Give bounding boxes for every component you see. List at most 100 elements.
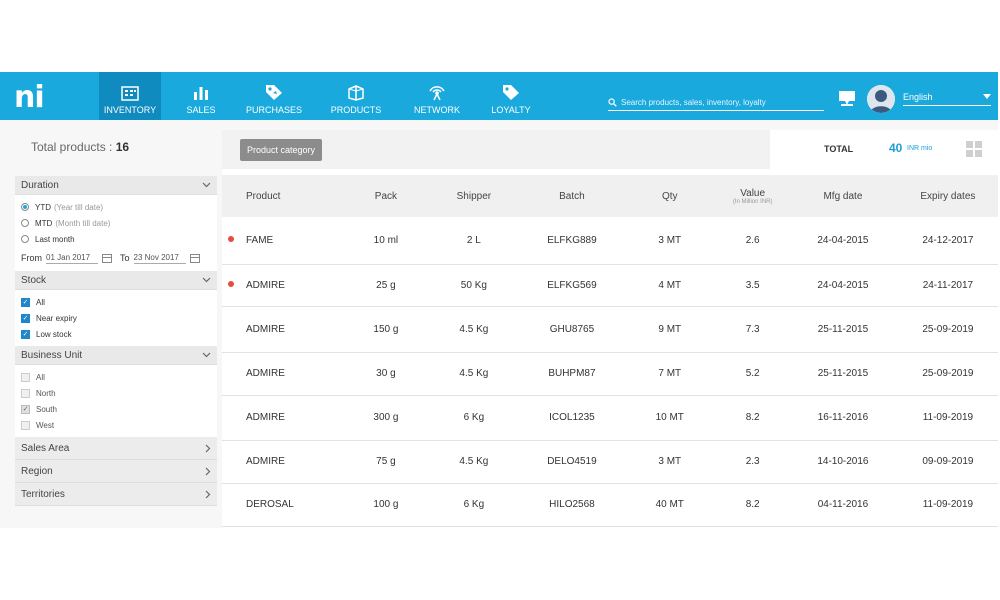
- duration-header[interactable]: Duration: [15, 176, 217, 195]
- option-label: North: [36, 388, 56, 398]
- total-products-label: Total products :: [31, 140, 116, 154]
- bu-option-all[interactable]: All: [21, 369, 211, 385]
- user-icon: [867, 85, 895, 113]
- nav-label: PURCHASES: [245, 105, 302, 115]
- calendar-icon[interactable]: [102, 253, 112, 263]
- summary-bar: Product category TOTAL 40 INR mio: [222, 130, 998, 169]
- alert-dot-icon: [228, 236, 234, 243]
- table-row[interactable]: ADMIRE 300 g6 Kg ICOL1235 10 MT 8.2 16-11-201…: [222, 395, 998, 441]
- nav-sales[interactable]: SALES: [161, 72, 241, 120]
- cell-value: 7.3: [717, 306, 789, 353]
- col-shipper[interactable]: Shipper: [426, 175, 522, 217]
- duration-options: YTD (Year till date) MTD (Month till date)…: [15, 195, 217, 271]
- to-label: To: [120, 253, 130, 263]
- checkbox[interactable]: ✓: [21, 404, 30, 414]
- col-qty[interactable]: Qty: [622, 175, 718, 217]
- cell-shipper: 4.5 Kg: [426, 440, 522, 484]
- col-expiry-dates[interactable]: Expiry dates: [897, 175, 998, 217]
- cell-expiry-date: 24-12-2017: [897, 217, 998, 265]
- sales-area-header[interactable]: Sales Area: [15, 437, 217, 460]
- table-row[interactable]: DEROSAL 100 g6 Kg HILO2568 40 MT 8.2 04-11-20…: [222, 483, 998, 527]
- cell-pack: 75 g: [345, 440, 427, 484]
- region-header[interactable]: Region: [15, 460, 217, 483]
- box-icon: [348, 85, 364, 101]
- bu-option-west[interactable]: West: [21, 417, 211, 433]
- total-products: Total products : 16: [15, 140, 217, 154]
- message-icon[interactable]: [838, 90, 856, 107]
- option-label: West: [36, 420, 55, 430]
- stock-option-low-stock[interactable]: ✓ Low stock: [21, 326, 211, 342]
- grid-view-icon[interactable]: [966, 141, 982, 157]
- radio-button[interactable]: [21, 219, 29, 227]
- checkbox[interactable]: [21, 420, 30, 430]
- duration-option-last-month[interactable]: Last month: [21, 231, 211, 247]
- cell-pack: 10 ml: [345, 217, 427, 265]
- cell-product: DEROSAL: [222, 483, 346, 527]
- option-label: All: [36, 297, 45, 307]
- stock-options: ✓ All ✓ Near expiry ✓ Low stock: [15, 290, 217, 346]
- radio-button[interactable]: [21, 235, 29, 243]
- checkbox[interactable]: [21, 388, 30, 398]
- cell-value: 2.3: [717, 440, 789, 484]
- bu-option-south[interactable]: ✓ South: [21, 401, 211, 417]
- app-logo[interactable]: ni: [14, 80, 45, 115]
- nav-loyalty[interactable]: LOYALTY: [469, 72, 553, 120]
- cell-value: 8.2: [717, 395, 789, 441]
- user-avatar[interactable]: [867, 85, 895, 113]
- business-unit-title: Business Unit: [21, 349, 83, 361]
- col-batch[interactable]: Batch: [521, 175, 623, 217]
- checkbox[interactable]: ✓: [21, 297, 30, 307]
- cell-shipper: 6 Kg: [426, 483, 522, 527]
- cell-qty: 40 MT: [622, 483, 718, 527]
- sales-area-title: Sales Area: [21, 442, 70, 454]
- business-unit-header[interactable]: Business Unit: [15, 346, 217, 365]
- territories-header[interactable]: Territories: [15, 483, 217, 506]
- cell-shipper: 2 L: [426, 217, 522, 265]
- cell-mfg-date: 25-11-2015: [788, 352, 898, 396]
- building-icon: [121, 86, 139, 101]
- table-row[interactable]: ADMIRE 150 g 4.5 Kg GHU8765 9 MT 7.3 25-11-201…: [222, 306, 998, 353]
- from-date-field[interactable]: 01 Jan 2017: [46, 253, 98, 264]
- cell-text: ADMIRE: [246, 368, 285, 379]
- to-date-field[interactable]: 23 Nov 2017: [133, 253, 186, 264]
- col-value[interactable]: Value (In Million INR): [717, 175, 789, 217]
- checkbox[interactable]: [21, 372, 30, 382]
- duration-option-mtd[interactable]: MTD (Month till date): [21, 215, 211, 231]
- checkbox[interactable]: ✓: [21, 329, 30, 339]
- calendar-icon[interactable]: [189, 253, 200, 263]
- table-row[interactable]: ADMIRE 75 g 4.5 Kg DELO4519 3 MT 2.3 14-10-201…: [222, 440, 998, 484]
- duration-option-ytd[interactable]: YTD (Year till date): [21, 199, 211, 215]
- cell-expiry-date: 11-09-2019: [897, 395, 998, 441]
- cell-product: ADMIRE: [222, 440, 346, 484]
- app-frame: ni INVENTORY SALES PURCHASES PRODUCTS NE…: [0, 72, 998, 528]
- bu-option-north[interactable]: North: [21, 385, 211, 401]
- stock-header[interactable]: Stock: [15, 271, 217, 290]
- nav-purchases[interactable]: PURCHASES: [241, 72, 307, 120]
- bar-chart-icon: [194, 87, 208, 100]
- cell-qty: 9 MT: [622, 306, 718, 353]
- chevron-right-icon: [205, 490, 211, 498]
- antenna-icon: [429, 86, 445, 101]
- nav-inventory[interactable]: INVENTORY: [99, 72, 161, 120]
- radio-button[interactable]: [21, 203, 29, 211]
- col-product[interactable]: Product: [222, 175, 346, 217]
- table-row[interactable]: FAME 10 ml 2 L ELFKG889 3 MT 2.6 24-04-2015 24-…: [222, 217, 998, 265]
- col-pack[interactable]: Pack: [345, 175, 427, 217]
- col-mfg-date[interactable]: Mfg date: [788, 175, 898, 217]
- language-select[interactable]: English: [903, 89, 991, 106]
- search-input[interactable]: [617, 97, 821, 107]
- nav-network[interactable]: NETWORK: [405, 72, 469, 120]
- product-category-button[interactable]: Product category: [240, 139, 323, 161]
- checkbox[interactable]: ✓: [21, 313, 30, 323]
- cell-batch: DELO4519: [521, 440, 623, 484]
- search-icon[interactable]: [608, 97, 617, 107]
- table-row[interactable]: ADMIRE 30 g 4.5 Kg BUHPM87 7 MT 5.2 25-11-2015…: [222, 352, 998, 396]
- stock-option-near-expiry[interactable]: ✓ Near expiry: [21, 310, 211, 326]
- stock-option-all[interactable]: ✓ All: [21, 294, 211, 310]
- nav-products[interactable]: PRODUCTS: [307, 72, 405, 120]
- table-row[interactable]: ADMIRE 25 g 50 Kg ELFKG569 4 MT 3.5 24-04-2015…: [222, 264, 998, 307]
- main-nav: INVENTORY SALES PURCHASES PRODUCTS NETWO…: [99, 72, 553, 120]
- date-range: From 01 Jan 2017 To 23 Nov 2017: [21, 249, 211, 267]
- cell-product: ADMIRE: [222, 352, 346, 396]
- cell-pack: 25 g: [345, 264, 427, 307]
